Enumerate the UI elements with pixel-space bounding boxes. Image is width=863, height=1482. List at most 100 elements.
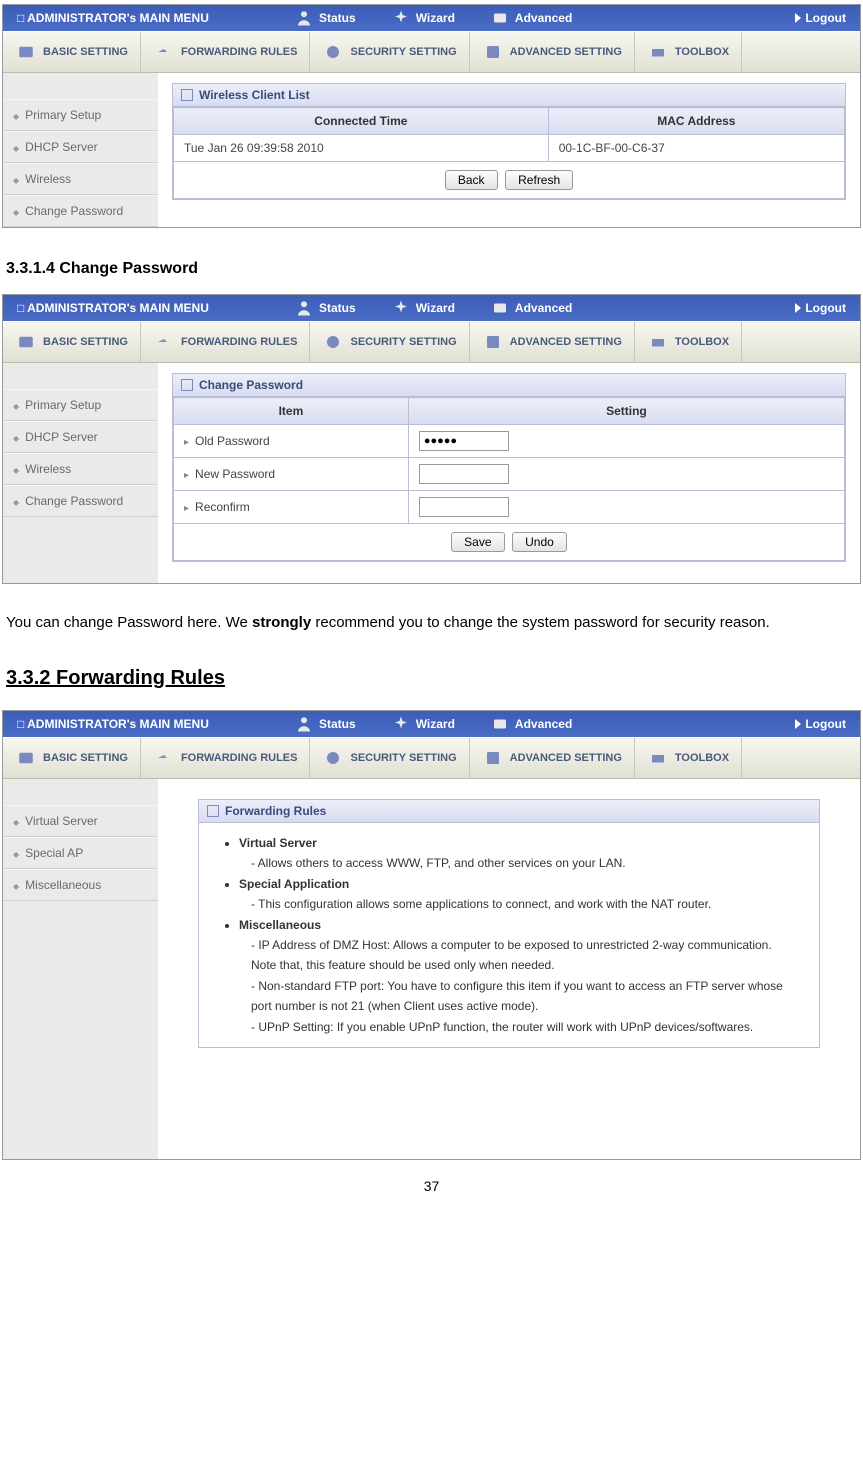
sidebar-wireless[interactable]: Wireless [3,453,158,485]
nav-advanced[interactable]: Advanced [473,715,590,733]
col-item: Item [174,398,409,425]
table-row: Old Password [174,425,845,458]
sidebar: Primary Setup DHCP Server Wireless Chang… [3,363,158,583]
tab-toolbox[interactable]: TOOLBOX [635,322,742,362]
panel-header: Change Password [173,374,845,397]
sidebar-wireless[interactable]: Wireless [3,163,158,195]
tab-security-setting[interactable]: SECURITY SETTING [310,32,469,72]
tab-toolbox[interactable]: TOOLBOX [635,32,742,72]
nav-status[interactable]: Status [277,715,374,733]
nav-advanced[interactable]: Advanced [473,299,590,317]
triangle-icon [795,13,801,23]
nav-status[interactable]: Status [277,9,374,27]
tab-advanced-setting[interactable]: ADVANCED SETTING [470,322,635,362]
sidebar: Virtual Server Special AP Miscellaneous [3,779,158,1159]
sidebar-special-ap[interactable]: Special AP [3,837,158,869]
nav-logout[interactable]: Logout [795,11,860,25]
main-menu-title: □ ADMINISTRATOR's MAIN MENU [3,301,277,315]
sidebar-miscellaneous[interactable]: Miscellaneous [3,869,158,901]
triangle-icon [795,719,801,729]
sidebar-dhcp-server[interactable]: DHCP Server [3,131,158,163]
new-password-input[interactable] [419,464,509,484]
top-bar: □ ADMINISTRATOR's MAIN MENU Status Wizar… [3,5,860,31]
nav-wizard[interactable]: Wizard [374,9,473,27]
section-heading-change-password: 3.3.1.4 Change Password [6,260,863,278]
wireless-client-list-panel: Wireless Client List Connected TimeMAC A… [172,83,846,200]
main-menu-title: □ ADMINISTRATOR's MAIN MENU [3,11,277,25]
nav-wizard[interactable]: Wizard [374,299,473,317]
square-icon [181,379,193,391]
table-row: Reconfirm [174,491,845,524]
sidebar: Primary Setup DHCP Server Wireless Chang… [3,73,158,227]
nav-logout[interactable]: Logout [795,301,860,315]
save-button[interactable]: Save [451,532,504,552]
tab-bar: BASIC SETTING FORWARDING RULES SECURITY … [3,321,860,363]
tab-basic-setting[interactable]: BASIC SETTING [3,738,141,778]
tab-security-setting[interactable]: SECURITY SETTING [310,322,469,362]
sidebar-change-password[interactable]: Change Password [3,195,158,227]
table-row: Tue Jan 26 09:39:58 201000-1C-BF-00-C6-3… [174,135,845,162]
password-table: ItemSetting Old Password New Password Re… [173,397,845,524]
nav-logout[interactable]: Logout [795,717,860,731]
router-ui-screenshot-1: □ ADMINISTRATOR's MAIN MENU Status Wizar… [2,4,861,228]
tab-bar: BASIC SETTING FORWARDING RULES SECURITY … [3,737,860,779]
square-icon [207,805,219,817]
table-row: New Password [174,458,845,491]
sidebar-dhcp-server[interactable]: DHCP Server [3,421,158,453]
desc-misc-upnp: UPnP Setting: If you enable UPnP functio… [251,1017,799,1037]
desc-misc-ftp: Non-standard FTP port: You have to confi… [251,976,799,1017]
router-ui-screenshot-2: □ ADMINISTRATOR's MAIN MENU Status Wizar… [2,294,861,584]
triangle-icon [795,303,801,313]
tab-security-setting[interactable]: SECURITY SETTING [310,738,469,778]
label-reconfirm: Reconfirm [174,491,409,524]
tab-basic-setting[interactable]: BASIC SETTING [3,32,141,72]
desc-virtual-server: Allows others to access WWW, FTP, and ot… [251,853,799,873]
section-heading-forwarding-rules: 3.3.2 Forwarding Rules [6,667,863,690]
nav-wizard[interactable]: Wizard [374,715,473,733]
forwarding-rules-panel: Forwarding Rules Virtual Server Allows o… [198,799,820,1048]
panel-header: Wireless Client List [173,84,845,107]
top-bar: □ ADMINISTRATOR's MAIN MENU Status Wizar… [3,295,860,321]
tab-toolbox[interactable]: TOOLBOX [635,738,742,778]
label-new-password: New Password [174,458,409,491]
cell-time: Tue Jan 26 09:39:58 2010 [174,135,549,162]
panel-header: Forwarding Rules [199,800,819,823]
tab-advanced-setting[interactable]: ADVANCED SETTING [470,738,635,778]
sidebar-change-password[interactable]: Change Password [3,485,158,517]
sidebar-virtual-server[interactable]: Virtual Server [3,805,158,837]
tab-bar: BASIC SETTING FORWARDING RULES SECURITY … [3,31,860,73]
reconfirm-password-input[interactable] [419,497,509,517]
tab-advanced-setting[interactable]: ADVANCED SETTING [470,32,635,72]
square-icon [181,89,193,101]
undo-button[interactable]: Undo [512,532,567,552]
tab-forwarding-rules[interactable]: FORWARDING RULES [141,32,311,72]
change-password-panel: Change Password ItemSetting Old Password… [172,373,846,562]
item-special-application: Special Application [239,877,349,891]
back-button[interactable]: Back [445,170,498,190]
cell-mac: 00-1C-BF-00-C6-37 [548,135,844,162]
tab-forwarding-rules[interactable]: FORWARDING RULES [141,322,311,362]
page-number: 37 [0,1178,863,1194]
nav-advanced[interactable]: Advanced [473,9,590,27]
col-connected-time: Connected Time [174,108,549,135]
top-bar: □ ADMINISTRATOR's MAIN MENU Status Wizar… [3,711,860,737]
router-ui-screenshot-3: □ ADMINISTRATOR's MAIN MENU Status Wizar… [2,710,861,1160]
paragraph-password-note: You can change Password here. We strongl… [6,606,857,639]
old-password-input[interactable] [419,431,509,451]
col-mac-address: MAC Address [548,108,844,135]
client-list-table: Connected TimeMAC Address Tue Jan 26 09:… [173,107,845,162]
forwarding-rules-content: Virtual Server Allows others to access W… [199,823,819,1047]
main-menu-title: □ ADMINISTRATOR's MAIN MENU [3,717,277,731]
item-miscellaneous: Miscellaneous [239,918,321,932]
nav-status[interactable]: Status [277,299,374,317]
col-setting: Setting [408,398,844,425]
refresh-button[interactable]: Refresh [505,170,573,190]
button-row: Save Undo [173,524,845,561]
desc-special-application: This configuration allows some applicati… [251,894,799,914]
tab-forwarding-rules[interactable]: FORWARDING RULES [141,738,311,778]
label-old-password: Old Password [174,425,409,458]
sidebar-primary-setup[interactable]: Primary Setup [3,389,158,421]
tab-basic-setting[interactable]: BASIC SETTING [3,322,141,362]
button-row: Back Refresh [173,162,845,199]
sidebar-primary-setup[interactable]: Primary Setup [3,99,158,131]
